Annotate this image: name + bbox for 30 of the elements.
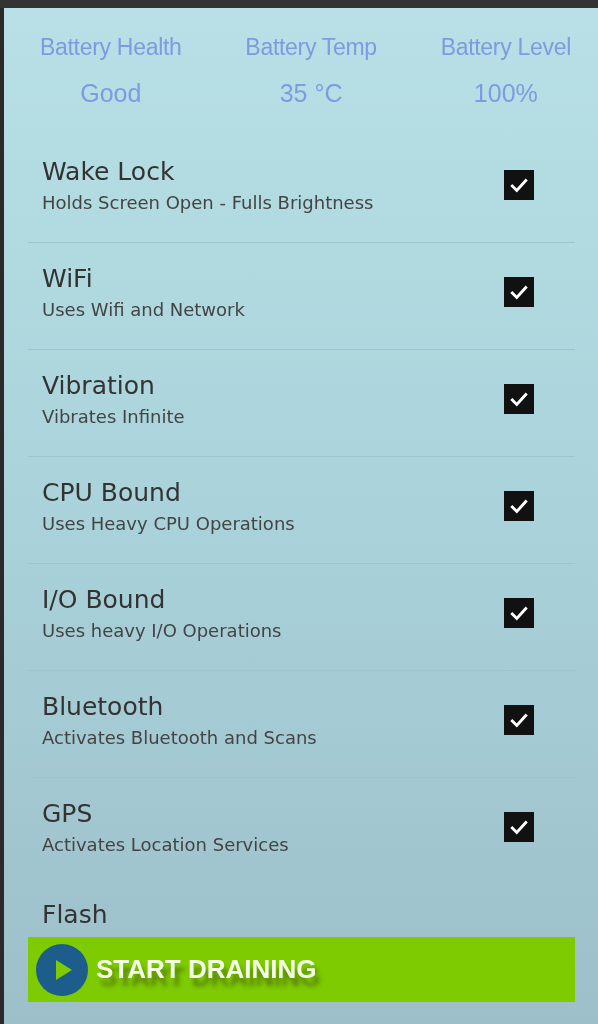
- start-draining-button[interactable]: START DRAINING: [28, 937, 575, 1002]
- checkbox[interactable]: [504, 491, 534, 521]
- option-subtitle: Vibrates Infinite: [42, 406, 185, 427]
- option-title: GPS: [42, 799, 94, 828]
- option-title: Wake Lock: [42, 157, 176, 186]
- option-title: CPU Bound: [42, 478, 182, 507]
- option-subtitle: Holds Screen Open - Fulls Brightness: [42, 192, 374, 213]
- play-icon: [36, 943, 88, 996]
- stat-value: 35 °C: [279, 79, 343, 108]
- stat-label: Battery Health: [40, 34, 182, 61]
- checkbox[interactable]: [504, 170, 534, 200]
- checkbox[interactable]: [504, 277, 534, 307]
- option-subtitle: Uses Heavy CPU Operations: [42, 513, 295, 534]
- option-subtitle: Uses Wifi and Network: [42, 299, 245, 320]
- stat-label: Battery Temp: [245, 34, 377, 61]
- checkbox[interactable]: [504, 705, 534, 735]
- option-subtitle: Activates Bluetooth and Scans: [42, 727, 317, 748]
- stat-label: Battery Level: [440, 34, 571, 61]
- option-title: WiFi: [42, 264, 94, 293]
- option-title: Flash: [42, 900, 108, 929]
- option-title: Vibration: [42, 371, 156, 400]
- option-subtitle: Uses heavy I/O Operations: [42, 620, 282, 641]
- checkbox[interactable]: [504, 384, 534, 414]
- option-title: I/O Bound: [42, 585, 167, 614]
- stat-value: Good: [80, 79, 142, 108]
- checkbox[interactable]: [504, 812, 534, 842]
- stat-value: 100%: [473, 79, 538, 108]
- option-title: Bluetooth: [42, 692, 165, 721]
- option-subtitle: Activates Location Services: [42, 834, 289, 855]
- checkbox[interactable]: [504, 598, 534, 628]
